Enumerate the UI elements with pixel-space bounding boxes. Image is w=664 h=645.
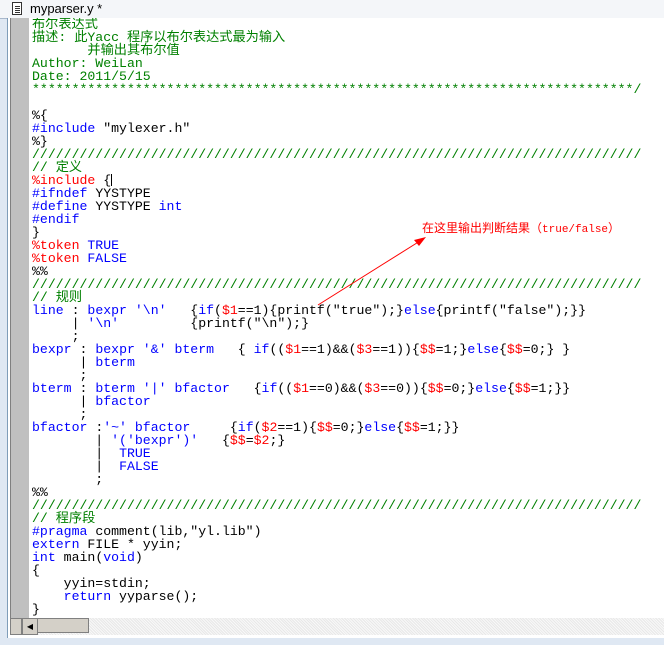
- annotation-text-en: true/false: [542, 224, 609, 236]
- annotation-text: 在这里输出判断结果（: [422, 221, 543, 235]
- annotation-label: 在这里输出判断结果（true/false）: [422, 219, 620, 236]
- arrow-head-icon: [414, 237, 426, 246]
- arrow-line: [317, 240, 421, 306]
- annotation-text-end: ）: [608, 221, 621, 235]
- annotation-arrow: [317, 237, 426, 306]
